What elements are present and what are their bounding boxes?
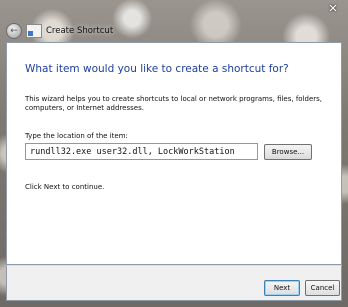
next-button[interactable]: Next (264, 280, 300, 296)
back-arrow-icon[interactable]: ← (6, 23, 22, 39)
shortcut-icon (26, 24, 42, 38)
close-icon[interactable]: ✕ (324, 2, 342, 16)
cancel-button[interactable]: Cancel (305, 280, 340, 296)
page-heading: What item would you like to create a sho… (25, 63, 289, 75)
browse-button[interactable]: Browse... (264, 144, 312, 160)
location-label: Type the location of the item: (25, 132, 128, 140)
continue-hint: Click Next to continue. (25, 183, 105, 191)
wizard-description: This wizard helps you to create shortcut… (25, 95, 323, 112)
window-title: Create Shortcut (46, 26, 114, 36)
title-bar: ← Create Shortcut (6, 22, 113, 40)
wizard-footer: Next Cancel (6, 265, 342, 301)
wizard-content: What item would you like to create a sho… (6, 42, 342, 265)
location-input[interactable] (25, 143, 258, 160)
